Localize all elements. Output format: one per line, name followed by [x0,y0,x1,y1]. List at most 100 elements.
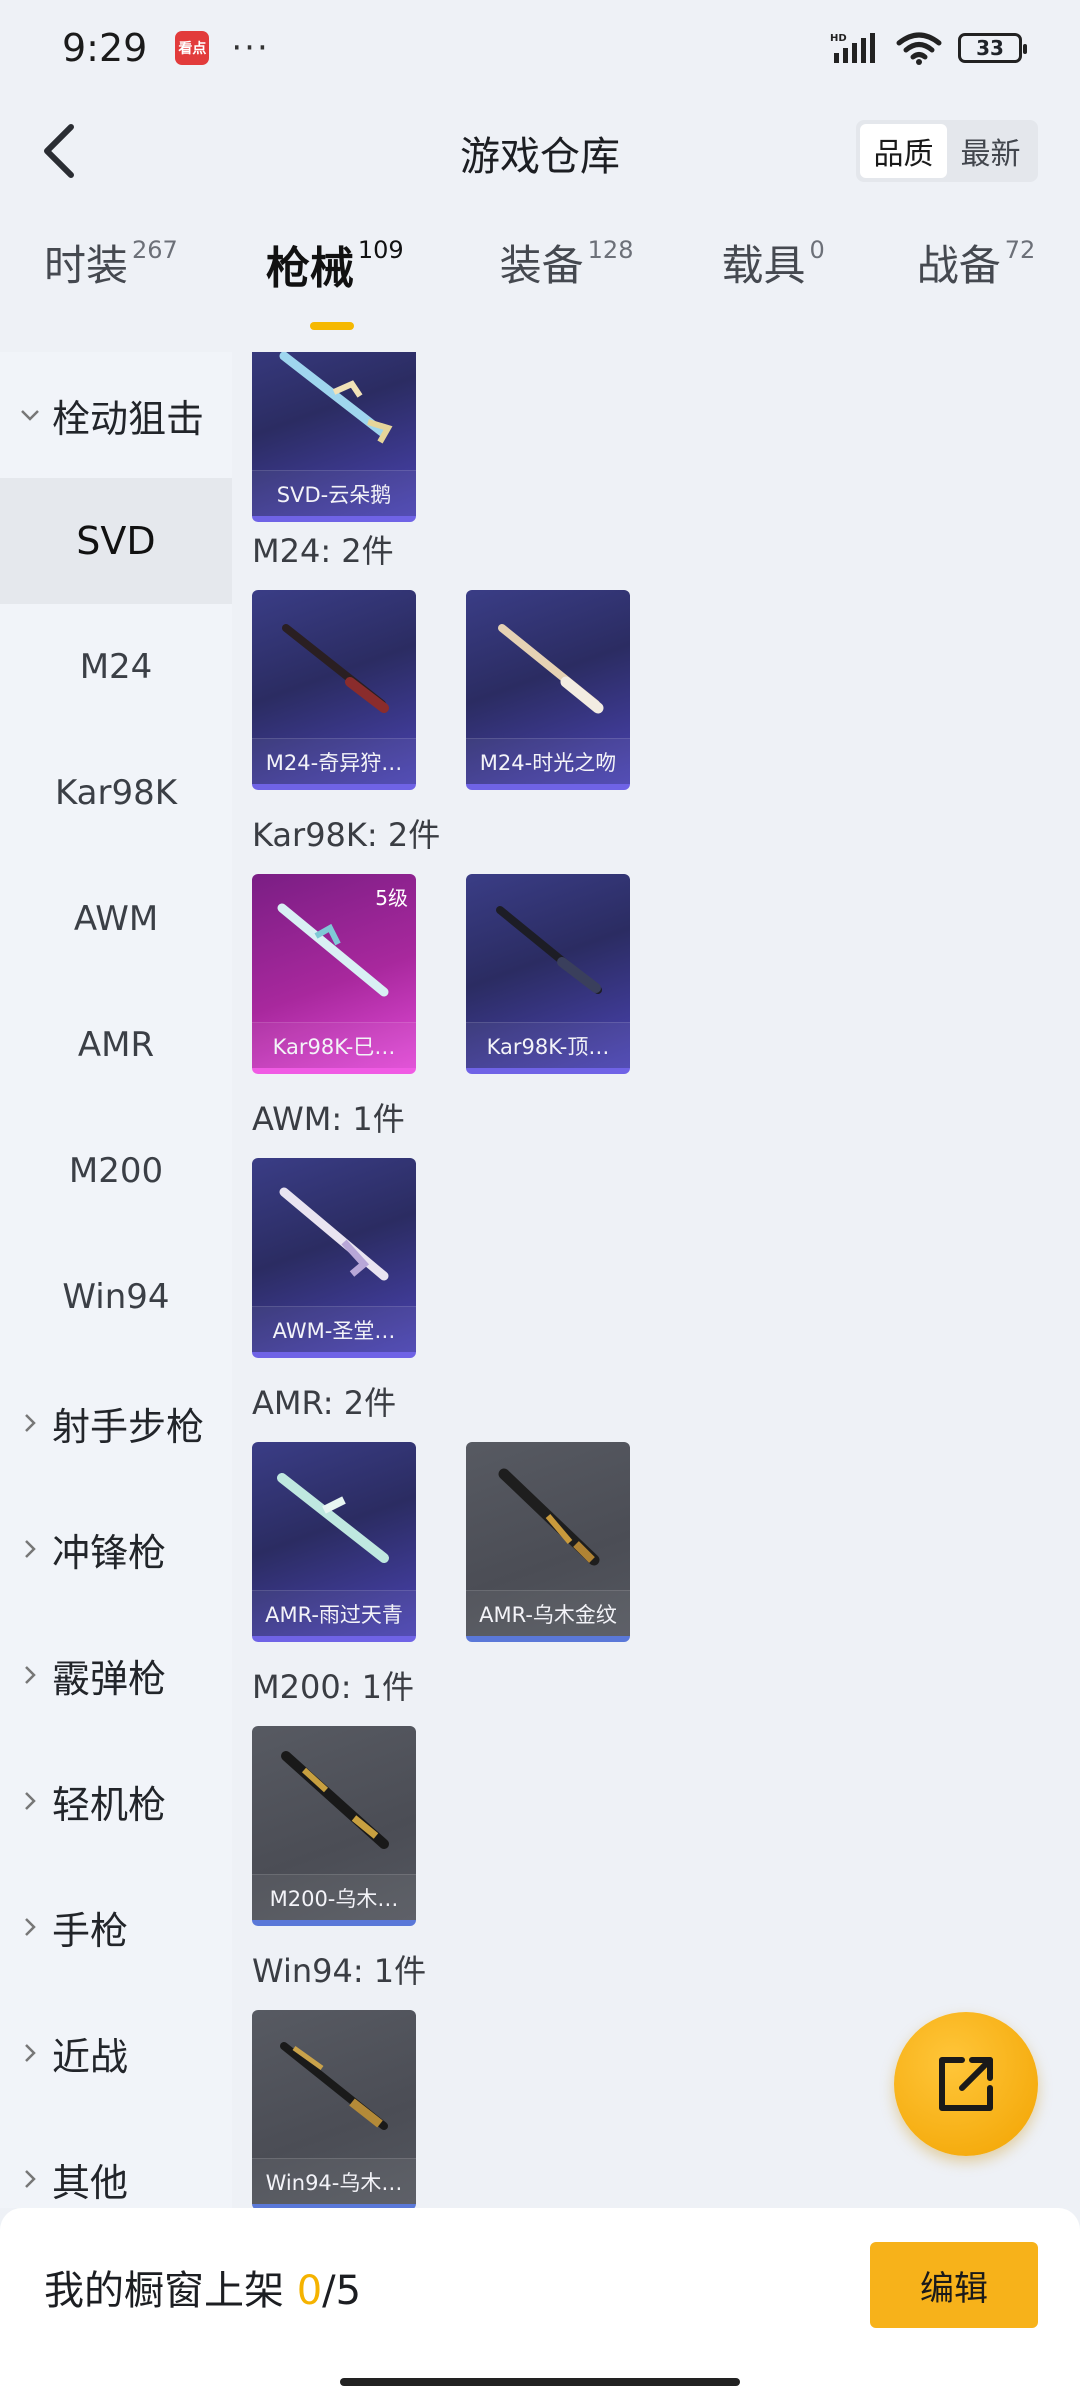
skin-card[interactable]: AMR-乌木金纹 [466,1442,630,1642]
sort-quality-button[interactable]: 品质 [860,124,947,178]
showcase-current: 0 [296,2268,323,2314]
tab-label: 装备 [499,241,584,290]
sidebar-item-m24[interactable]: M24 [0,604,232,730]
sidebar-group-other[interactable]: 其他 [0,2116,232,2208]
skin-card[interactable]: AMR-雨过天青 [252,1442,416,1642]
section-title: AWM: 1件 [252,1100,405,1138]
status-icons: HD 33 [830,31,1027,65]
chevron-down-icon [18,403,42,427]
sidebar-item-win94[interactable]: Win94 [0,1234,232,1360]
weapon-category-sidebar: 栓动狙击 SVD M24 Kar98K AWM AMR M200 Win94 射… [0,352,232,2208]
status-time: 9:29 [62,26,148,70]
sidebar-group-lmg[interactable]: 轻机枪 [0,1738,232,1864]
tab-count: 0 [809,236,825,264]
sort-latest-button[interactable]: 最新 [947,124,1034,178]
sidebar-item-svd[interactable]: SVD [0,478,232,604]
skin-card[interactable]: M200-乌木… [252,1726,416,1926]
rifle-icon [279,1187,389,1281]
chevron-right-icon [18,2041,42,2065]
sidebar-item-amr[interactable]: AMR [0,982,232,1108]
rifle-icon [277,1473,389,1563]
battery-icon: 33 [958,33,1027,63]
rifle-icon [282,624,389,713]
tab-vehicles[interactable]: 载具 0 [721,232,824,332]
section-title: Kar98K: 2件 [252,816,441,854]
sidebar-group-label: 射手步枪 [52,1404,205,1449]
showcase-total: /5 [322,2268,362,2314]
chevron-right-icon [18,1789,42,1813]
chevron-right-icon [18,2167,42,2191]
sidebar-group-label: 近战 [52,2034,129,2079]
chevron-right-icon [18,1663,42,1687]
tab-supplies[interactable]: 战备 72 [917,232,1036,332]
skin-card[interactable]: Kar98K-顶… [466,874,630,1074]
sidebar-item-awm[interactable]: AWM [0,856,232,982]
tab-firearms[interactable]: 枪械 109 [266,232,404,332]
sidebar-group-melee[interactable]: 近战 [0,1990,232,2116]
active-tab-indicator [309,322,354,330]
chevron-right-icon [18,1411,42,1435]
showcase-bar: 我的橱窗上架 0/5 编辑 [0,2208,1080,2400]
skin-card[interactable]: M24-时光之吻 [466,590,630,790]
sidebar-group-bolt-action[interactable]: 栓动狙击 [0,352,232,478]
skin-name: M24-奇异狩… [252,738,416,784]
app-notification-icon: 看点 [175,31,210,65]
skin-name: Kar98K-顶… [466,1022,630,1068]
sidebar-group-label: 霰弹枪 [52,1656,167,1701]
share-icon [939,2057,993,2111]
skin-name: Kar98K-巳… [252,1022,416,1068]
section-title: Win94: 1件 [252,1952,427,1990]
skin-name: AWM-圣堂… [252,1306,416,1352]
edit-button[interactable]: 编辑 [870,2242,1038,2328]
tab-label: 枪械 [265,243,354,294]
rifle-icon [280,2042,388,2130]
sidebar-group-pistol[interactable]: 手枪 [0,1864,232,1990]
share-button[interactable] [894,2012,1038,2156]
weapon-skin-list: SVD-云朵鹅 M24: 2件 M24-奇异狩… M24-时光之吻 Kar98K… [232,352,1080,2208]
tab-label: 时装 [44,241,129,290]
sidebar-item-kar98k[interactable]: Kar98K [0,730,232,856]
tab-fashion[interactable]: 时装 267 [44,232,178,332]
tab-count: 267 [132,236,178,264]
status-bar: 9:29 看点 ··· HD 33 [0,0,1080,96]
svg-text:HD: HD [830,33,847,44]
skin-card[interactable]: 5级 Kar98K-巳… [252,874,416,1074]
sidebar-group-shotgun[interactable]: 霰弹枪 [0,1612,232,1738]
skin-name: AMR-雨过天青 [252,1590,416,1636]
signal-icon: HD [830,33,875,63]
showcase-count: 我的橱窗上架 0/5 [44,2258,361,2316]
section-title: AMR: 2件 [252,1384,397,1422]
more-notifications-icon: ··· [231,28,270,68]
rifle-icon [281,1751,389,1849]
skin-level-badge: 5级 [375,886,408,910]
skin-card[interactable]: AWM-圣堂… [252,1158,416,1358]
skin-name: M24-时光之吻 [466,738,630,784]
rifle-icon [279,352,393,444]
tab-label: 战备 [916,241,1001,290]
sidebar-group-label: 栓动狙击 [52,396,205,441]
tab-count: 72 [1004,236,1036,264]
sidebar-group-label: 轻机枪 [52,1782,167,1827]
sidebar-item-m200[interactable]: M200 [0,1108,232,1234]
sidebar-group-dmr[interactable]: 射手步枪 [0,1360,232,1486]
sidebar-group-label: 冲锋枪 [52,1530,167,1575]
category-tabs: 时装 267 枪械 109 装备 128 载具 0 战备 72 [0,232,1080,352]
skin-card[interactable]: Win94-乌木… [252,2010,416,2208]
skin-name: Win94-乌木… [252,2158,416,2204]
chevron-right-icon [18,1537,42,1561]
sidebar-group-label: 手枪 [52,1908,129,1953]
sidebar-group-label: 其他 [52,2160,129,2205]
section-title: M24: 2件 [252,532,394,570]
tab-label: 载具 [721,241,806,290]
section-title: M200: 1件 [252,1668,415,1706]
skin-card[interactable]: SVD-云朵鹅 [252,352,416,522]
rifle-icon [498,624,604,714]
skin-name: M200-乌木… [252,1874,416,1920]
header: 游戏仓库 品质 最新 [0,96,1080,206]
battery-level: 33 [976,36,1004,60]
rifle-icon [496,906,602,994]
sidebar-group-smg[interactable]: 冲锋枪 [0,1486,232,1612]
home-indicator[interactable] [340,2378,740,2386]
skin-card[interactable]: M24-奇异狩… [252,590,416,790]
tab-equipment[interactable]: 装备 128 [500,232,634,332]
